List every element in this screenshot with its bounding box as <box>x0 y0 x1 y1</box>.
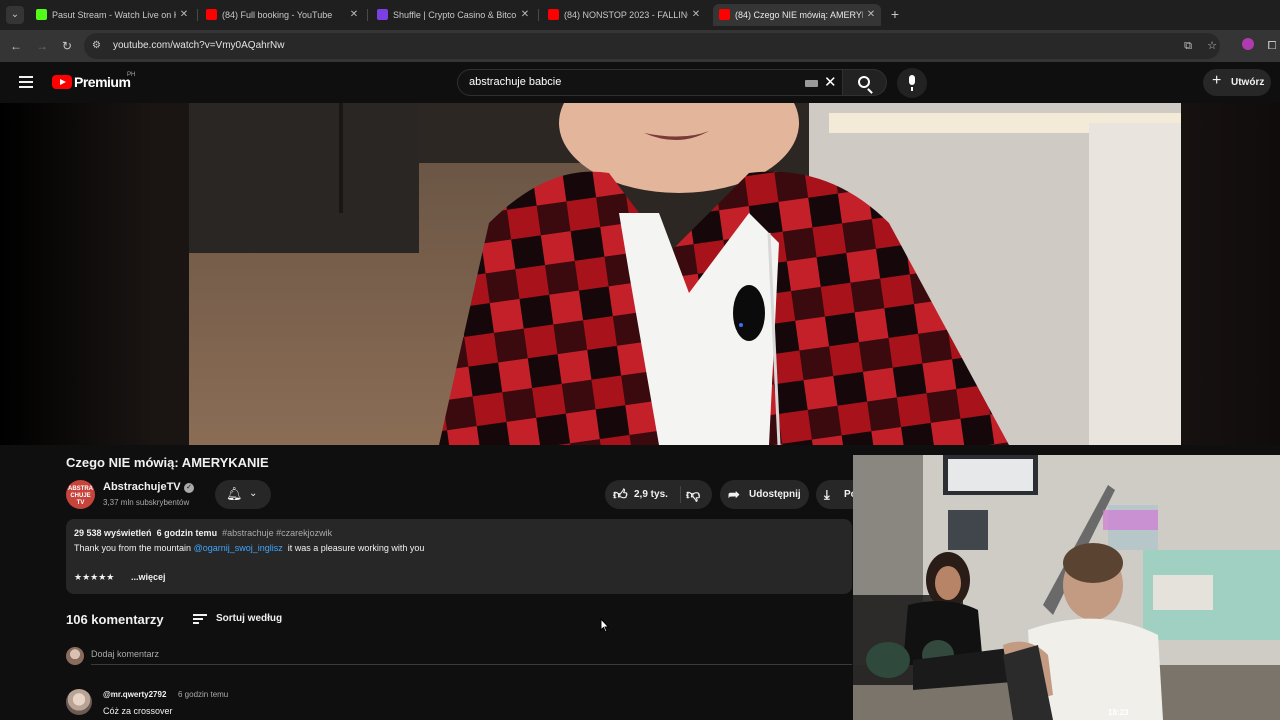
add-comment-input[interactable]: Dodaj komentarz <box>91 649 159 659</box>
search-input[interactable]: abstrachuje babcie ✕ <box>457 69 843 96</box>
search-button[interactable] <box>843 69 887 96</box>
browser-tab-4[interactable]: (84) NONSTOP 2023 - FALLING ✕ <box>542 4 706 26</box>
share-arrow-icon: ➦ <box>728 486 740 502</box>
youtube-masthead: Premium PH abstrachuje babcie ✕ + Utwórz <box>0 62 1280 103</box>
back-arrow-icon[interactable]: ← <box>8 38 24 54</box>
commenter-avatar[interactable] <box>66 689 92 715</box>
current-user-avatar <box>66 647 84 665</box>
comment-input-underline <box>91 664 852 665</box>
thumbs-down-icon[interactable]: 👎︎ <box>686 480 700 509</box>
hashtags[interactable]: #abstrachuje #czarekjozwik <box>222 528 332 538</box>
description-line-end: it was a pleasure working with you <box>287 543 425 553</box>
extension-icon[interactable] <box>1240 38 1256 54</box>
youtube-logo-icon[interactable] <box>52 75 72 89</box>
mention-link[interactable]: @ogarnij_swoj_inglisz <box>194 543 283 553</box>
webcam-clock: 18:23 <box>1108 708 1129 717</box>
search-query[interactable]: abstrachuje babcie <box>469 70 561 95</box>
download-icon: ⤓ <box>824 487 830 502</box>
like-dislike-button[interactable]: 👍︎ 2,9 tys. 👎︎ <box>605 480 712 509</box>
description-line-start: Thank you from the mountain <box>74 543 192 553</box>
comment-count: 106 komentarzy <box>66 612 164 627</box>
tab-divider <box>538 9 539 21</box>
browser-tab-3[interactable]: Shuffle | Crypto Casino & Bitco ✕ <box>371 4 535 26</box>
tab-search-chevron-icon[interactable]: ⌄ <box>6 6 24 24</box>
verified-check-icon: ✓ <box>184 483 194 493</box>
show-more-link[interactable]: ...więcej <box>131 572 166 582</box>
puzzle-extensions-icon[interactable]: ⧠ <box>1264 38 1280 54</box>
description-box[interactable]: 29 538 wyświetleń 6 godzin temu #abstrac… <box>66 519 852 594</box>
close-tab-icon[interactable]: ✕ <box>690 4 702 26</box>
video-title: Czego NIE mówią: AMERYKANIE <box>66 455 269 470</box>
subscribed-notifications-button[interactable]: 🔔︎ ⌄ <box>215 480 271 509</box>
close-tab-icon[interactable]: ✕ <box>348 4 360 26</box>
youtube-icon <box>719 9 730 20</box>
browser-tab-2[interactable]: (84) Full booking - YouTube ✕ <box>200 4 364 26</box>
microphone-stand <box>911 87 913 91</box>
browser-toolbar: ← → ↻ ⚙ youtube.com/watch?v=Vmy0AQahrNw … <box>0 30 1280 62</box>
create-button[interactable]: + Utwórz <box>1203 69 1271 96</box>
site-info-icon[interactable]: ⚙ <box>92 40 104 52</box>
youtube-icon <box>548 9 559 20</box>
comment-author[interactable]: @mr.qwerty2792 <box>103 690 166 699</box>
sort-icon <box>193 614 207 624</box>
new-tab-button[interactable]: + <box>887 5 903 23</box>
tab-divider <box>197 9 198 21</box>
comment-text: Cóż za crossover <box>103 706 173 716</box>
browser-tab-strip: ⌄ Pasut Stream - Watch Live on K ✕ (84) … <box>0 0 1280 30</box>
mouse-cursor-icon <box>600 618 610 633</box>
plus-icon: + <box>1212 72 1222 89</box>
view-count: 29 538 wyświetleń <box>74 528 152 538</box>
create-label: Utwórz <box>1231 77 1265 88</box>
bell-icon: 🔔︎ <box>226 486 243 501</box>
subscriber-count: 3,37 mln subskrybentów <box>103 498 190 507</box>
description-meta: 29 538 wyświetleń 6 godzin temu #abstrac… <box>74 528 332 538</box>
url-text[interactable]: youtube.com/watch?v=Vmy0AQahrNw <box>113 33 284 59</box>
webcam-scene <box>853 455 1280 720</box>
install-app-icon[interactable]: ⧉ <box>1180 38 1196 54</box>
description-text: Thank you from the mountain @ogarnij_swo… <box>74 543 424 553</box>
search-icon <box>858 76 870 88</box>
close-tab-icon[interactable]: ✕ <box>865 4 877 26</box>
channel-avatar[interactable]: ABSTRA CHUJE TV <box>66 480 95 509</box>
star-rating: ★★★★★ <box>74 572 115 582</box>
youtube-icon <box>206 9 217 20</box>
sort-comments-button[interactable]: Sortuj według <box>193 611 293 629</box>
menu-hamburger-icon[interactable] <box>19 76 33 88</box>
upload-age: 6 godzin temu <box>156 528 218 538</box>
premium-logo-text[interactable]: Premium <box>74 74 131 90</box>
browser-tab-1[interactable]: Pasut Stream - Watch Live on K ✕ <box>30 4 194 26</box>
tab-divider <box>367 9 368 21</box>
comment-time[interactable]: 6 godzin temu <box>178 690 228 699</box>
like-count: 2,9 tys. <box>634 489 668 500</box>
country-code: PH <box>127 72 136 78</box>
shuffle-icon <box>377 9 388 20</box>
chevron-down-icon: ⌄ <box>249 488 258 499</box>
close-tab-icon[interactable]: ✕ <box>519 4 531 26</box>
browser-tab-5-active[interactable]: (84) Czego NIE mówią: AMERYK ✕ <box>713 4 881 26</box>
thumbs-up-icon[interactable]: 👍︎ <box>613 480 628 509</box>
webcam-overlay <box>853 455 1280 720</box>
video-player[interactable] <box>189 103 1181 445</box>
sort-label: Sortuj według <box>216 613 283 624</box>
voice-search-button[interactable] <box>897 68 927 98</box>
video-frame <box>189 103 1181 445</box>
forward-arrow-icon[interactable]: → <box>34 38 50 54</box>
share-label: Udostępnij <box>749 489 801 500</box>
clear-search-icon[interactable]: ✕ <box>824 70 837 95</box>
share-button[interactable]: ➦ Udostępnij <box>720 480 809 509</box>
close-tab-icon[interactable]: ✕ <box>178 4 190 26</box>
channel-name[interactable]: AbstrachujeTV <box>103 481 181 493</box>
address-bar[interactable]: ⚙ youtube.com/watch?v=Vmy0AQahrNw <box>84 33 1220 59</box>
keyboard-icon[interactable] <box>805 80 818 87</box>
microphone-icon <box>909 75 915 85</box>
bookmark-star-icon[interactable]: ☆ <box>1204 38 1220 54</box>
kick-icon <box>36 9 47 20</box>
like-divider <box>680 486 681 503</box>
reload-icon[interactable]: ↻ <box>59 38 75 54</box>
